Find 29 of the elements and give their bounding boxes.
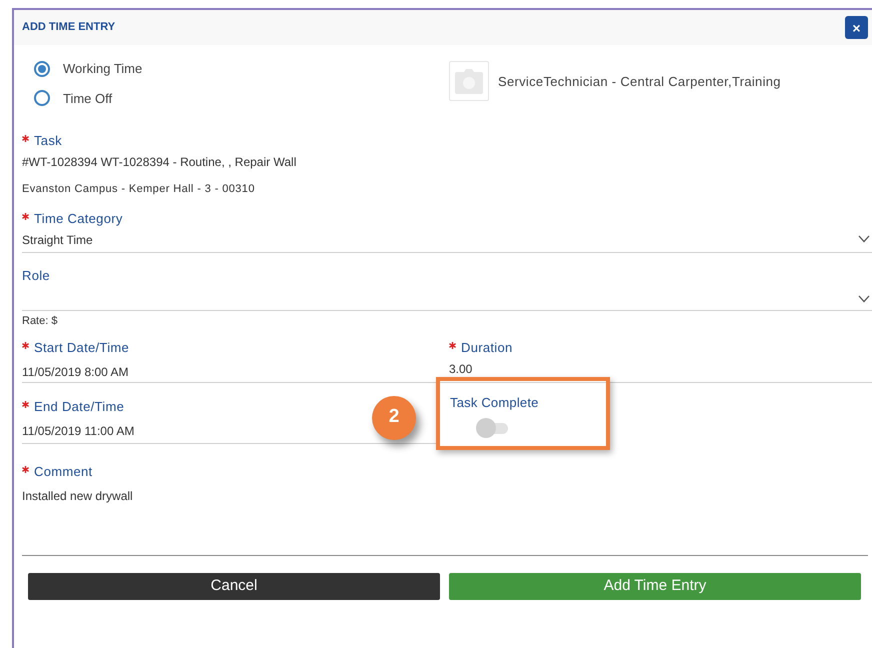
chevron-down-icon: [858, 234, 870, 242]
field-label: Duration: [461, 338, 513, 356]
field-label: End Date/Time: [34, 398, 124, 416]
add-time-entry-button[interactable]: Add Time Entry: [449, 573, 861, 600]
close-button[interactable]: ×: [845, 16, 868, 39]
start-date-value: 11/05/2019 8:00 AM: [22, 364, 130, 381]
field-label: Task Complete: [450, 394, 539, 412]
field-label: Comment: [34, 462, 92, 480]
end-date-value: 11/05/2019 11:00 AM: [22, 423, 136, 440]
radio-button[interactable]: [34, 90, 50, 106]
time-category-select[interactable]: Straight Time: [22, 230, 872, 252]
field-label: Time Category: [34, 210, 123, 228]
employee-name: ServiceTechnician - Central Carpenter,Training: [498, 73, 781, 91]
chevron-down-icon: [858, 295, 870, 303]
radio-label: Working Time: [63, 60, 142, 78]
field-label: Role: [22, 266, 50, 284]
step-badge: 2: [372, 396, 416, 440]
toggle-switch[interactable]: [476, 418, 510, 438]
radio-button[interactable]: [34, 60, 50, 77]
comment-field[interactable]: Installed new drywall: [22, 487, 868, 556]
task-location: Evanston Campus - Kemper Hall - 3 - 00310: [22, 182, 256, 196]
field-label: Task: [34, 132, 62, 150]
cancel-button[interactable]: Cancel: [28, 573, 440, 600]
field-label: Start Date/Time: [34, 338, 130, 356]
radio-label: Time Off: [63, 90, 112, 108]
duration-value: 3.00: [449, 361, 474, 378]
task-value: #WT-1028394 WT-1028394 - Routine, , Repair Wall: [22, 154, 298, 170]
dialog-title: ADD TIME ENTRY: [22, 20, 116, 36]
rate-text: Rate: $: [22, 314, 58, 329]
